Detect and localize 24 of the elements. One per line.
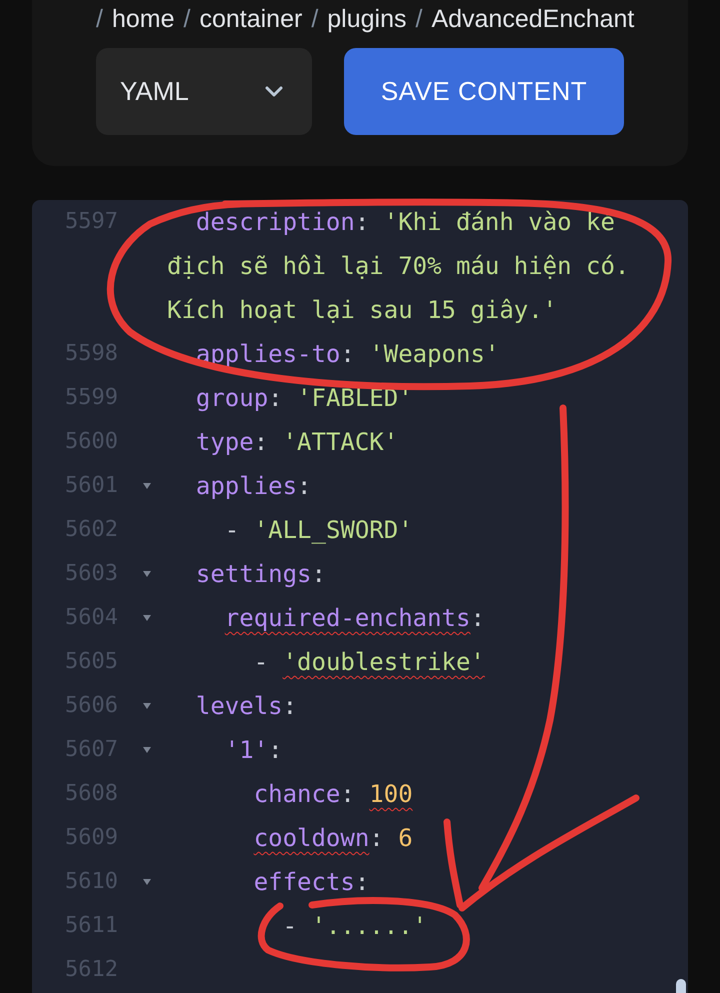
breadcrumb-separator: / xyxy=(184,4,190,34)
code-line: effects: xyxy=(254,868,370,896)
code-line: applies-to: 'Weapons' xyxy=(196,340,500,368)
language-select[interactable]: YAML xyxy=(96,48,312,135)
breadcrumb-separator: / xyxy=(96,4,103,34)
code-line: '1': xyxy=(224,736,283,764)
code-line: type: 'ATTACK' xyxy=(196,428,398,456)
breadcrumb-separator: / xyxy=(311,4,318,34)
code-line: - 'ALL_SWORD' xyxy=(224,516,413,544)
code-line: - 'doublestrike' xyxy=(254,648,485,676)
code-line: chance: 100 xyxy=(254,780,413,808)
breadcrumb-item[interactable]: container xyxy=(199,4,302,34)
breadcrumb-item[interactable]: AdvancedEnchant xyxy=(431,4,634,34)
code-line: applies: xyxy=(196,472,312,500)
breadcrumb-separator: / xyxy=(416,4,422,34)
code-line: group: 'FABLED' xyxy=(196,384,413,412)
code-line: levels: xyxy=(196,692,298,720)
save-button[interactable]: SAVE CONTENT xyxy=(344,48,624,135)
code-line: cooldown: 6 xyxy=(254,824,413,852)
code-line: required-enchants: xyxy=(224,604,485,632)
breadcrumb-item[interactable]: plugins xyxy=(327,4,406,34)
code-line: - '......' xyxy=(282,912,428,940)
breadcrumb-item[interactable]: home xyxy=(112,4,174,34)
code-line: settings: xyxy=(196,560,326,588)
